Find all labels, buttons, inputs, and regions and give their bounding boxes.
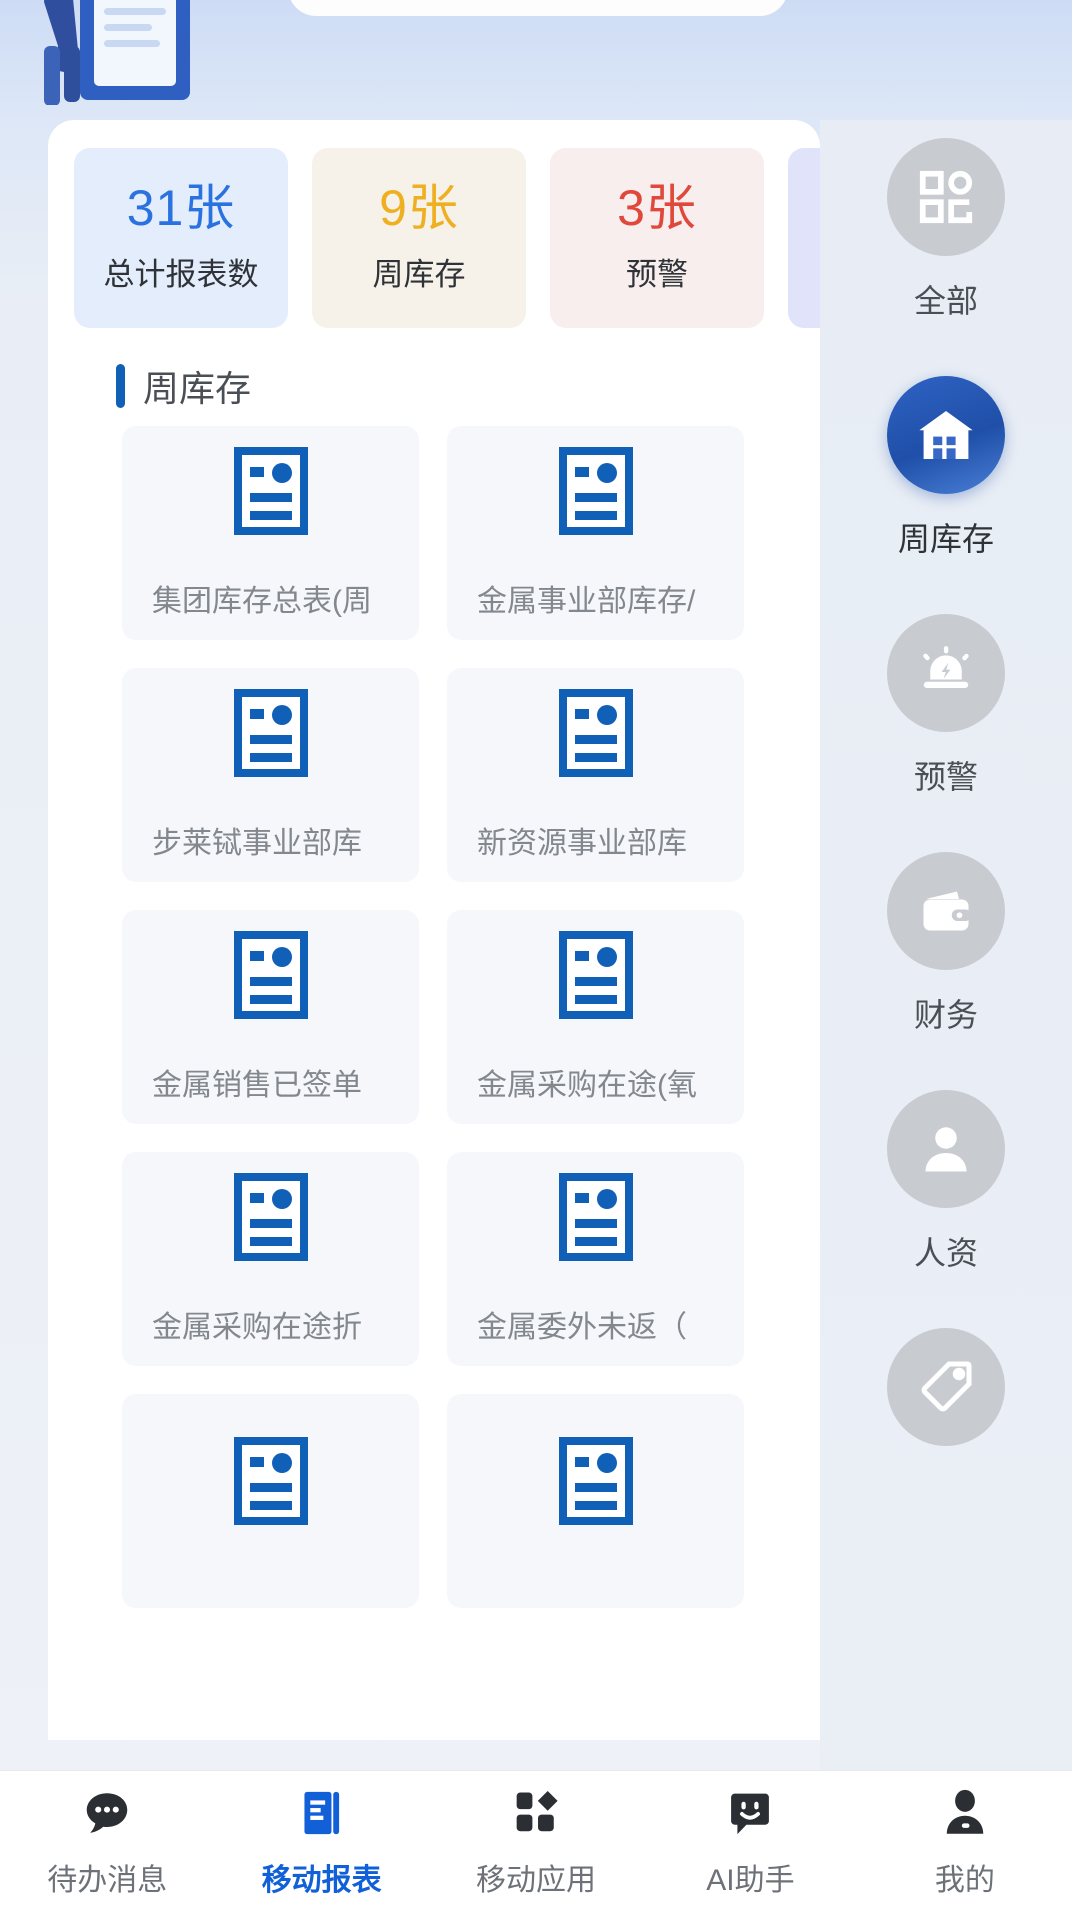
tab-mobile-apps[interactable]: 移动应用 (429, 1771, 643, 1912)
ai-smile-icon (723, 1785, 777, 1841)
report-doc-icon (558, 446, 633, 540)
tab-todo-messages[interactable]: 待办消息 (0, 1771, 214, 1912)
report-grid: 集团库存总表(周 金属事业部库存/ 步莱铽事业部库 新资源事业部库 金属销售已签 (48, 416, 820, 1608)
report-card[interactable]: 金属委外未返（ (447, 1152, 744, 1366)
stat-value: 31张 (126, 179, 236, 236)
category-sidebar[interactable]: 全部 周库存 预警 财务 人资 (820, 120, 1072, 1770)
report-card-label: 金属销售已签单 (152, 1068, 362, 1102)
report-book-icon (295, 1785, 349, 1841)
report-card-label: 新资源事业部库 (477, 826, 687, 860)
sidebar-item-label: 预警 (913, 759, 978, 795)
tab-ai-assistant[interactable]: AI助手 (643, 1771, 857, 1912)
stat-label: 预警 (626, 256, 688, 292)
report-card[interactable]: 金属事业部库存/ (447, 426, 744, 640)
stat-card-weekly-inventory[interactable]: 9张 周库存 (312, 148, 526, 328)
report-card-label: 金属采购在途折 (152, 1310, 362, 1344)
report-card[interactable] (447, 1394, 744, 1608)
report-card-label: 金属采购在途(氧 (477, 1068, 697, 1102)
tab-label: 待办消息 (47, 1863, 168, 1897)
report-card[interactable]: 集团库存总表(周 (122, 426, 419, 640)
sidebar-item-label: 财务 (913, 997, 978, 1033)
wallet-icon (887, 852, 1005, 970)
stat-value: 3张 (617, 179, 697, 236)
stat-card-total-reports[interactable]: 31张 总计报表数 (74, 148, 288, 328)
stat-value: 9张 (379, 179, 459, 236)
sidebar-item-label: 全部 (913, 283, 978, 319)
tab-mine[interactable]: 我的 (858, 1771, 1072, 1912)
stat-label: 总计报表数 (103, 256, 259, 292)
section-title: 周库存 (143, 368, 252, 409)
apps-icon (509, 1785, 563, 1841)
report-doc-icon (233, 930, 308, 1024)
report-doc-icon (558, 688, 633, 782)
section-accent-bar (116, 364, 125, 408)
report-card-label: 金属委外未返（ (477, 1310, 687, 1344)
report-card-label: 集团库存总表(周 (152, 584, 372, 618)
hero-search-bar (288, 0, 788, 16)
report-card[interactable]: 金属销售已签单 (122, 910, 419, 1124)
tab-label: 我的 (934, 1863, 995, 1897)
report-card[interactable]: 金属采购在途折 (122, 1152, 419, 1366)
hero-illustration (0, 0, 1072, 105)
alarm-icon (887, 614, 1005, 732)
stat-card-next[interactable] (788, 148, 820, 328)
report-card[interactable]: 新资源事业部库 (447, 668, 744, 882)
report-doc-icon (233, 1172, 308, 1266)
stat-label: 周库存 (372, 256, 466, 292)
grid-icon (887, 138, 1005, 256)
hero-person-illustration (44, 0, 190, 105)
sidebar-item-label: 周库存 (897, 521, 994, 557)
report-card-label: 金属事业部库存/ (477, 584, 696, 618)
sidebar-item-hr[interactable]: 人资 (820, 1078, 1072, 1316)
report-doc-icon (233, 446, 308, 540)
report-card-label: 步莱铽事业部库 (152, 826, 362, 860)
bottom-tab-bar[interactable]: 待办消息 移动报表 移动应用 AI助手 我的 (0, 1770, 1072, 1912)
report-card[interactable]: 步莱铽事业部库 (122, 668, 419, 882)
section-header: 周库存 (48, 330, 820, 416)
person-icon (887, 1090, 1005, 1208)
report-doc-icon (558, 930, 633, 1024)
stat-card-alerts[interactable]: 3张 预警 (550, 148, 764, 328)
stats-strip[interactable]: 31张 总计报表数 9张 周库存 3张 预警 (48, 120, 820, 330)
sidebar-item-all[interactable]: 全部 (820, 126, 1072, 364)
sidebar-item-finance[interactable]: 财务 (820, 840, 1072, 1078)
tab-mobile-reports[interactable]: 移动报表 (214, 1771, 428, 1912)
user-icon (938, 1785, 992, 1841)
tab-label: AI助手 (706, 1863, 795, 1897)
sidebar-item-alert[interactable]: 预警 (820, 602, 1072, 840)
report-doc-icon (233, 1436, 308, 1530)
chat-dots-icon (80, 1785, 134, 1841)
report-doc-icon (233, 688, 308, 782)
tab-label: 移动应用 (476, 1863, 597, 1897)
tag-icon (887, 1328, 1005, 1446)
tab-label: 移动报表 (261, 1863, 382, 1897)
report-doc-icon (558, 1172, 633, 1266)
sidebar-item-weekly-inventory[interactable]: 周库存 (820, 364, 1072, 602)
report-card[interactable]: 金属采购在途(氧 (447, 910, 744, 1124)
sidebar-item-tag[interactable] (820, 1316, 1072, 1554)
warehouse-icon (887, 376, 1005, 494)
sidebar-item-label: 人资 (913, 1235, 978, 1271)
report-doc-icon (558, 1436, 633, 1530)
main-content-panel: 31张 总计报表数 9张 周库存 3张 预警 周库存 集团库存总表(周 金属事业… (48, 120, 820, 1740)
report-card[interactable] (122, 1394, 419, 1608)
